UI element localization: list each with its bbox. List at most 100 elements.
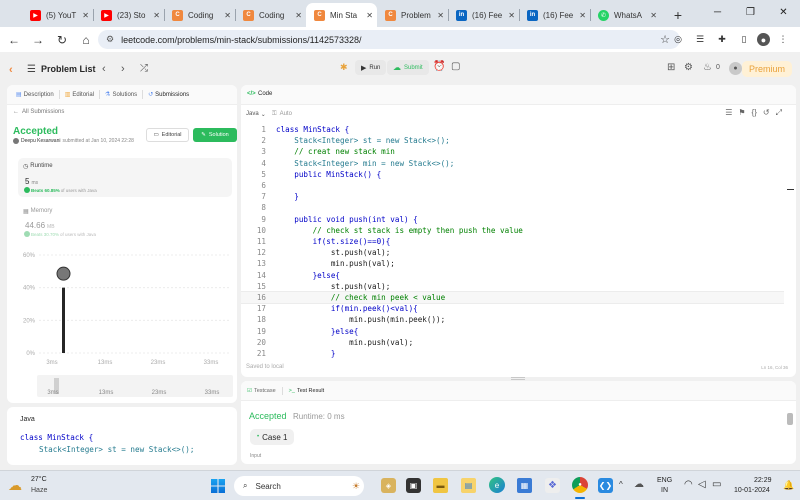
- url-input[interactable]: ⚙ leetcode.com/problems/min-stack/submis…: [98, 30, 680, 49]
- back-icon[interactable]: ←: [2, 28, 26, 52]
- editor-scrollbar[interactable]: [787, 189, 794, 190]
- problem-list-icon[interactable]: ☰: [27, 64, 36, 75]
- solution-button[interactable]: ✎ Solution: [193, 128, 237, 142]
- wifi-icon[interactable]: ◠: [684, 479, 693, 490]
- run-button[interactable]: ▶ Run: [355, 60, 387, 75]
- menu-dots-icon[interactable]: ⋮: [774, 31, 792, 48]
- case-1-button[interactable]: • Case 1: [250, 429, 295, 445]
- debug-icon[interactable]: ✱: [340, 62, 348, 73]
- browser-tab[interactable]: in (16) Fee ✕: [448, 3, 519, 27]
- browser-tab[interactable]: in (16) Fee ✕: [519, 3, 590, 27]
- notes-icon[interactable]: ▢: [451, 61, 460, 72]
- tab-solutions[interactable]: ⚗ Solutions: [100, 91, 142, 99]
- vscode-icon[interactable]: ❮❯: [598, 478, 613, 493]
- chart-overview-strip[interactable]: [37, 375, 233, 397]
- close-icon[interactable]: ✕: [650, 11, 657, 20]
- runtime-card[interactable]: ◷ Runtime 5 ms Beats 60.85% of users with…: [18, 158, 232, 197]
- panel-resize-handle[interactable]: [511, 377, 525, 380]
- chart-bar[interactable]: [62, 287, 65, 353]
- bookmark-icon[interactable]: ⚑: [738, 108, 745, 118]
- format-icon[interactable]: ☰: [725, 108, 732, 118]
- forward-icon[interactable]: →: [26, 28, 50, 52]
- files-icon[interactable]: ▤: [461, 478, 476, 493]
- extensions-puzzle-icon[interactable]: ✚: [713, 31, 731, 48]
- reset-icon[interactable]: ↺: [763, 108, 770, 118]
- home-icon[interactable]: ⌂: [74, 28, 98, 52]
- close-icon[interactable]: ✕: [224, 11, 231, 20]
- maximize-icon[interactable]: ❐: [734, 0, 767, 24]
- code-editor[interactable]: 1 class MinStack { 2 Stack<Integer> st = …: [241, 124, 784, 359]
- result-scrollbar[interactable]: [787, 413, 793, 425]
- expand-icon[interactable]: ⤢: [776, 108, 782, 118]
- extension-icon[interactable]: ☰: [691, 31, 709, 48]
- extension-icon[interactable]: ◎: [669, 31, 687, 48]
- settings-icon[interactable]: ⚙: [684, 62, 693, 73]
- browser-tab-active[interactable]: C Min Sta ✕: [306, 3, 377, 27]
- close-icon[interactable]: ✕: [295, 11, 302, 20]
- tab-testcase[interactable]: ☑ Testcase: [247, 388, 276, 394]
- browser-tab[interactable]: C Coding ✕: [235, 3, 306, 27]
- browser-tab[interactable]: ▶ (23) Sto ✕: [93, 3, 164, 27]
- close-icon[interactable]: ✕: [437, 11, 444, 20]
- auto-mode[interactable]: ⚿ Auto: [272, 111, 292, 118]
- store-icon[interactable]: ▦: [517, 478, 532, 493]
- tab-test-result[interactable]: >_ Test Result: [289, 388, 325, 394]
- edge-icon[interactable]: e: [489, 477, 505, 493]
- clock-time[interactable]: 22:29: [754, 477, 772, 484]
- language-code[interactable]: ENG: [657, 477, 672, 484]
- close-icon[interactable]: ✕: [579, 11, 586, 20]
- streak-fire-icon[interactable]: ♨: [703, 62, 712, 73]
- windows-start-icon[interactable]: [211, 479, 225, 493]
- weather-icon[interactable]: ☁: [8, 477, 22, 494]
- shuffle-icon[interactable]: ⤮: [140, 63, 148, 74]
- weather-temp[interactable]: 27°C: [31, 476, 47, 483]
- sidebar-icon[interactable]: ▯: [735, 31, 753, 48]
- browser-tab[interactable]: C Problem ✕: [377, 3, 448, 27]
- battery-icon[interactable]: ▭: [712, 479, 721, 490]
- problem-list-link[interactable]: Problem List: [41, 64, 96, 74]
- layout-icon[interactable]: ⊞: [667, 62, 675, 73]
- tab-description[interactable]: ▤ Description: [11, 91, 59, 99]
- weather-desc[interactable]: Haze: [31, 487, 47, 494]
- new-tab-icon[interactable]: +: [667, 3, 689, 27]
- site-info-icon[interactable]: ⚙: [106, 34, 114, 45]
- copilot-icon[interactable]: ❖: [545, 478, 560, 493]
- close-icon[interactable]: ✕: [508, 11, 515, 20]
- volume-icon[interactable]: ◁: [698, 479, 706, 490]
- avatar[interactable]: ●: [729, 62, 742, 75]
- close-window-icon[interactable]: ✕: [767, 0, 800, 24]
- close-icon[interactable]: ✕: [82, 11, 89, 20]
- minimize-icon[interactable]: ─: [701, 0, 734, 24]
- browser-tab[interactable]: ▶ (5) YouT ✕: [22, 3, 93, 27]
- back-to-submissions[interactable]: ← All Submissions: [13, 109, 64, 115]
- close-icon[interactable]: ✕: [366, 11, 373, 20]
- file-explorer-icon[interactable]: ▬: [433, 478, 448, 493]
- reload-icon[interactable]: ↻: [50, 28, 74, 52]
- task-view-icon[interactable]: ◈: [381, 478, 396, 493]
- language-region[interactable]: IN: [661, 487, 668, 494]
- notification-bell-icon[interactable]: 🔔: [783, 480, 794, 491]
- tab-editorial[interactable]: ▥ Editorial: [60, 91, 99, 99]
- meet-icon[interactable]: ▣: [406, 478, 421, 493]
- browser-tab[interactable]: C Coding ✕: [164, 3, 235, 27]
- chrome-icon[interactable]: ●: [572, 477, 588, 493]
- close-icon[interactable]: ✕: [153, 11, 160, 20]
- leetcode-logo-icon[interactable]: ‹: [9, 64, 13, 76]
- submit-button[interactable]: ☁ Submit: [387, 60, 429, 75]
- browser-tab[interactable]: ✆ WhatsA ✕: [590, 3, 661, 27]
- taskbar-search[interactable]: ⌕ Search ☀: [234, 476, 364, 496]
- next-problem-icon[interactable]: ›: [121, 63, 125, 75]
- clock-date[interactable]: 10-01-2024: [734, 487, 770, 494]
- prev-problem-icon[interactable]: ‹: [102, 63, 106, 75]
- chevron-up-icon[interactable]: ^: [619, 480, 623, 489]
- timer-icon[interactable]: ⏰: [433, 61, 445, 72]
- onedrive-icon[interactable]: ☁: [634, 479, 644, 490]
- memory-card[interactable]: ▦ Memory 44.66 MB Beats 30.70% of users w…: [18, 203, 232, 238]
- language-select[interactable]: Java ⌄: [246, 111, 266, 118]
- profile-avatar-icon[interactable]: ●: [757, 33, 770, 46]
- author-name[interactable]: Deepu Kesarwani: [21, 138, 60, 144]
- brackets-icon[interactable]: {}: [752, 108, 757, 118]
- tab-submissions[interactable]: ↺ Submissions: [143, 91, 194, 99]
- editorial-button[interactable]: ▭ Editorial: [146, 128, 189, 142]
- premium-button[interactable]: Premium: [741, 61, 792, 77]
